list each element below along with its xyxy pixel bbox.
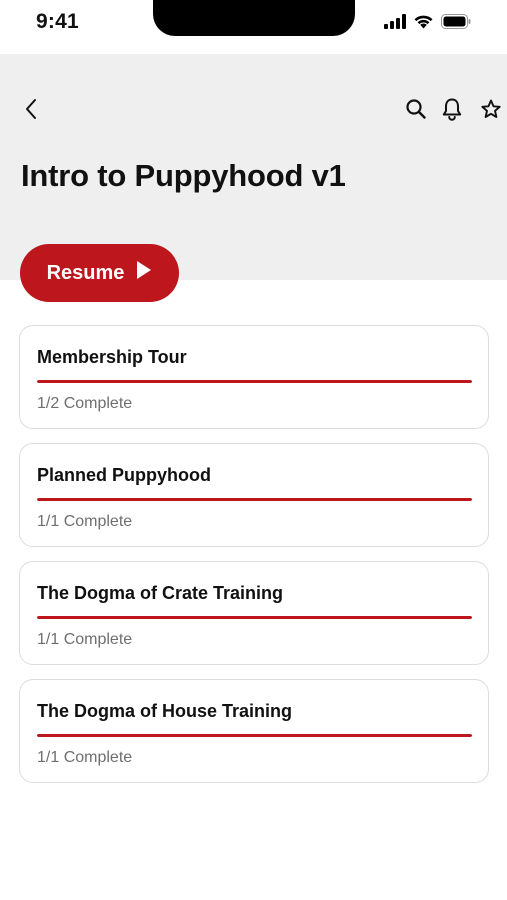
module-progress-fill	[37, 734, 472, 737]
module-title: Planned Puppyhood	[37, 465, 211, 485]
module-progress-fill	[37, 498, 472, 501]
signal-bars-icon	[384, 14, 406, 34]
search-button[interactable]	[404, 98, 428, 125]
wifi-icon	[413, 14, 434, 34]
module-progress-fill	[37, 380, 472, 383]
chevron-left-icon	[24, 98, 38, 125]
module-progress-fill	[37, 616, 472, 619]
page-title: Intro to Puppyhood v1	[21, 158, 346, 193]
module-title: The Dogma of House Training	[37, 701, 293, 721]
module-status: 1/2 Complete	[37, 395, 133, 412]
search-icon	[405, 98, 427, 125]
favorite-button[interactable]	[478, 98, 504, 124]
module-card[interactable]: Planned Puppyhood 1/1 Complete	[19, 443, 489, 547]
module-progress-bar	[37, 734, 472, 737]
module-status: 1/1 Complete	[37, 749, 133, 766]
module-progress-bar	[37, 616, 472, 619]
notifications-button[interactable]	[440, 98, 464, 124]
status-bar: 9:41	[0, 0, 507, 54]
module-card[interactable]: Membership Tour 1/2 Complete	[19, 325, 489, 429]
resume-button-label: Resume	[46, 261, 125, 284]
device-notch	[153, 0, 355, 36]
bell-icon	[441, 97, 463, 126]
module-list: Membership Tour 1/2 Complete Planned Pup…	[19, 325, 489, 797]
module-card[interactable]: The Dogma of Crate Training 1/1 Complete	[19, 561, 489, 665]
play-icon	[136, 260, 152, 286]
module-progress-bar	[37, 498, 472, 501]
module-card[interactable]: The Dogma of House Training 1/1 Complete	[19, 679, 489, 783]
star-icon	[480, 98, 502, 125]
status-icons	[384, 14, 471, 34]
module-title: The Dogma of Crate Training	[37, 583, 284, 603]
module-status: 1/1 Complete	[37, 513, 133, 530]
module-status: 1/1 Complete	[37, 631, 133, 648]
resume-button[interactable]: Resume	[20, 244, 179, 302]
module-title: Membership Tour	[37, 347, 187, 367]
back-button[interactable]	[18, 97, 44, 125]
battery-icon	[441, 14, 471, 34]
status-time: 9:41	[36, 10, 79, 33]
module-progress-bar	[37, 380, 472, 383]
